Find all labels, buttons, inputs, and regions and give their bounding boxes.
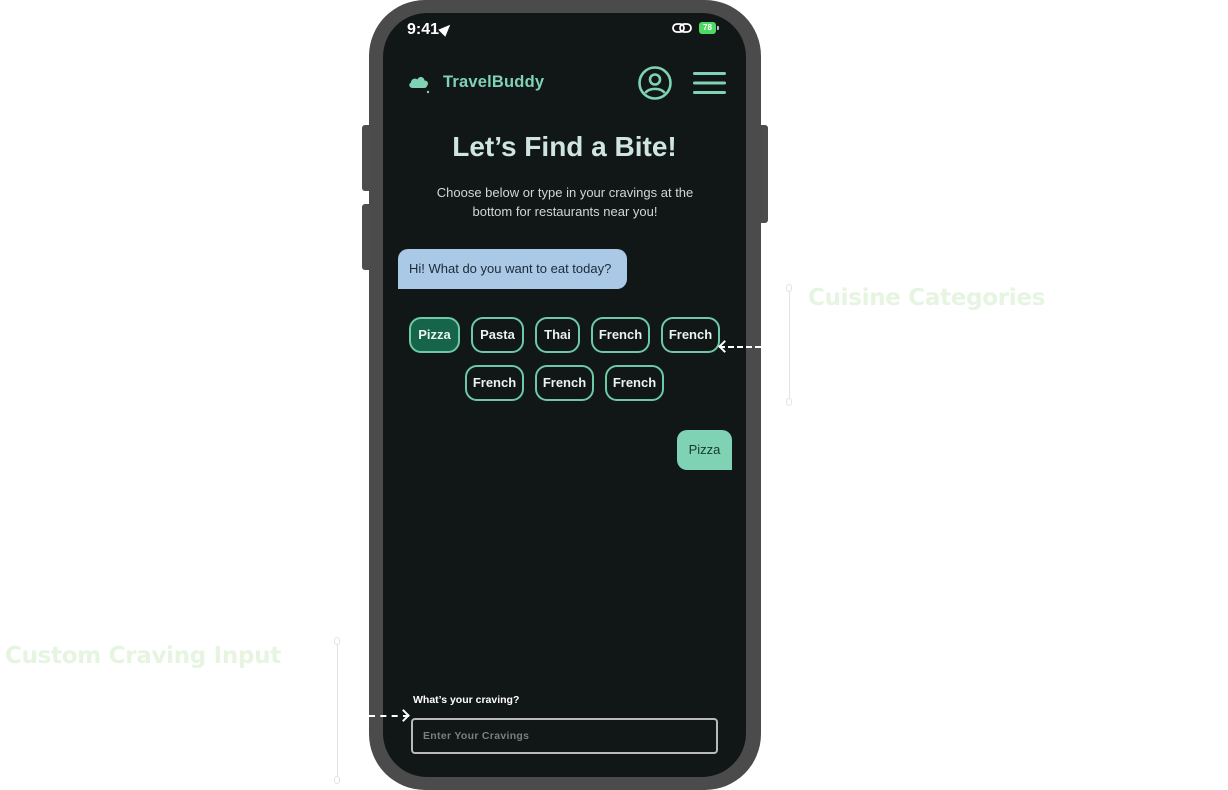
hamburger-menu-icon[interactable] [692,70,727,96]
user-message-bubble: Pizza [677,430,732,470]
cuisine-chip-french[interactable]: French [535,365,594,401]
cuisine-chip-french[interactable]: French [661,317,720,353]
cloud-logo-icon [409,76,430,94]
cuisine-bracket-line [789,290,790,404]
battery-icon: 78 [699,22,716,34]
craving-bracket-bottom-dot [334,776,340,784]
cuisine-chip-pasta[interactable]: Pasta [471,317,524,353]
cuisine-chip-french[interactable]: French [465,365,524,401]
craving-bracket-line [337,642,338,782]
cuisine-pointer-arrow-icon [718,340,761,353]
cuisine-bracket-bottom-dot [786,398,792,406]
craving-pointer-arrow-icon [369,709,410,722]
status-time: 9:41 [407,21,440,38]
page-title: Let’s Find a Bite! [452,131,677,162]
cuisine-chip-thai[interactable]: Thai [535,317,580,353]
craving-bracket-top-dot [334,637,340,645]
page-subtitle: Choose below or type in your cravings at… [436,185,694,219]
phone-screen: 9:41 78 TravelBuddy Let’s Find a Bite! C… [383,13,746,777]
craving-input[interactable] [411,718,718,754]
cuisine-chip-pizza[interactable]: Pizza [409,317,460,353]
cuisine-bracket-top-dot [786,284,792,292]
cuisine-categories-annotation: Cuisine Categories [808,285,1046,311]
brand-name[interactable]: TravelBuddy [443,73,544,92]
cuisine-chip-french[interactable]: French [591,317,650,353]
bot-message-bubble: Hi! What do you want to eat today? [398,249,627,289]
link-icon [672,23,692,33]
craving-input-label: What’s your craving? [413,694,520,706]
battery-tip [717,26,719,30]
profile-icon[interactable] [637,65,673,101]
cuisine-chip-french[interactable]: French [605,365,664,401]
location-arrow-icon [438,21,454,37]
mockup-canvas: Cuisine Categories Custom Craving Input … [0,0,1228,790]
craving-input-annotation: Custom Craving Input [5,643,281,669]
phone-frame: 9:41 78 TravelBuddy Let’s Find a Bite! C… [369,0,761,790]
